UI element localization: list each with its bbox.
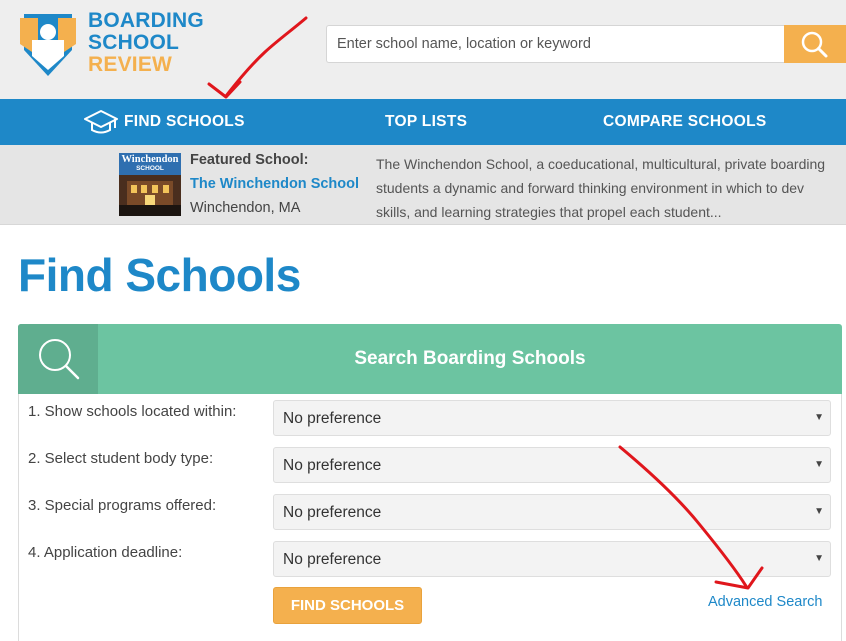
nav-top-lists[interactable]: TOP LISTS <box>385 99 467 145</box>
thumb-title: Winchendon <box>121 154 179 165</box>
find-schools-button[interactable]: FIND SCHOOLS <box>273 587 422 624</box>
programs-filter-label: 3. Special programs offered: <box>28 497 217 514</box>
featured-label: Featured School: <box>190 152 309 168</box>
location-filter-select[interactable]: No preference ▼ <box>273 400 831 436</box>
location-filter-label: 1. Show schools located within: <box>28 403 237 420</box>
deadline-filter-label: 4. Application deadline: <box>28 544 183 561</box>
description-line: students a dynamic and forward thinking … <box>376 180 805 196</box>
featured-school-location: Winchendon, MA <box>190 200 301 216</box>
main-nav: FIND SCHOOLS TOP LISTS COMPARE SCHOOLS <box>0 99 846 145</box>
search-icon <box>801 31 828 58</box>
thumb-subtitle: SCHOOL <box>136 165 164 172</box>
search-panel-title: Search Boarding Schools <box>354 348 586 369</box>
dropdown-caret-icon: ▼ <box>814 506 824 517</box>
featured-school-link[interactable]: The Winchendon School <box>190 176 359 192</box>
nav-find-schools[interactable]: FIND SCHOOLS <box>124 99 245 145</box>
site-logo[interactable]: BOARDING SCHOOL REVIEW <box>18 10 228 80</box>
programs-filter-select[interactable]: No preference ▼ <box>273 494 831 530</box>
logo-text: BOARDING SCHOOL REVIEW <box>88 10 204 76</box>
featured-school-thumbnail[interactable]: Winchendon SCHOOL <box>119 153 181 216</box>
site-search-button[interactable] <box>784 25 846 63</box>
logo-line-2: SCHOOL <box>88 31 180 54</box>
select-value: No preference <box>283 551 382 568</box>
description-line: skills, and learning strategies that pro… <box>376 204 722 220</box>
student-body-filter-label: 2. Select student body type: <box>28 450 214 467</box>
page-title: Find Schools <box>18 249 301 301</box>
select-value: No preference <box>283 504 382 521</box>
featured-school-banner: Winchendon SCHOOL Featured School: The W… <box>0 145 846 225</box>
dropdown-caret-icon: ▼ <box>814 412 824 423</box>
description-line: The Winchendon School, a coeducational, … <box>376 156 826 172</box>
site-search-field[interactable] <box>326 25 784 63</box>
select-value: No preference <box>283 457 382 474</box>
student-body-filter-select[interactable]: No preference ▼ <box>273 447 831 483</box>
dropdown-caret-icon: ▼ <box>814 459 824 470</box>
site-search-input[interactable] <box>327 26 784 62</box>
panel-icon-box <box>18 324 98 394</box>
site-header: BOARDING SCHOOL REVIEW <box>0 0 846 99</box>
search-panel-header: Search Boarding Schools <box>18 324 842 394</box>
logo-line-3: REVIEW <box>88 53 173 76</box>
logo-mark-icon <box>20 14 76 76</box>
featured-school-description: The Winchendon School, a coeducational, … <box>376 152 846 224</box>
advanced-search-link[interactable]: Advanced Search <box>708 594 822 610</box>
nav-compare-schools[interactable]: COMPARE SCHOOLS <box>603 99 767 145</box>
dropdown-caret-icon: ▼ <box>814 553 824 564</box>
logo-line-1: BOARDING <box>88 9 204 32</box>
select-value: No preference <box>283 410 382 427</box>
graduation-cap-icon <box>84 110 118 134</box>
deadline-filter-select[interactable]: No preference ▼ <box>273 541 831 577</box>
magnifier-icon <box>39 339 80 380</box>
